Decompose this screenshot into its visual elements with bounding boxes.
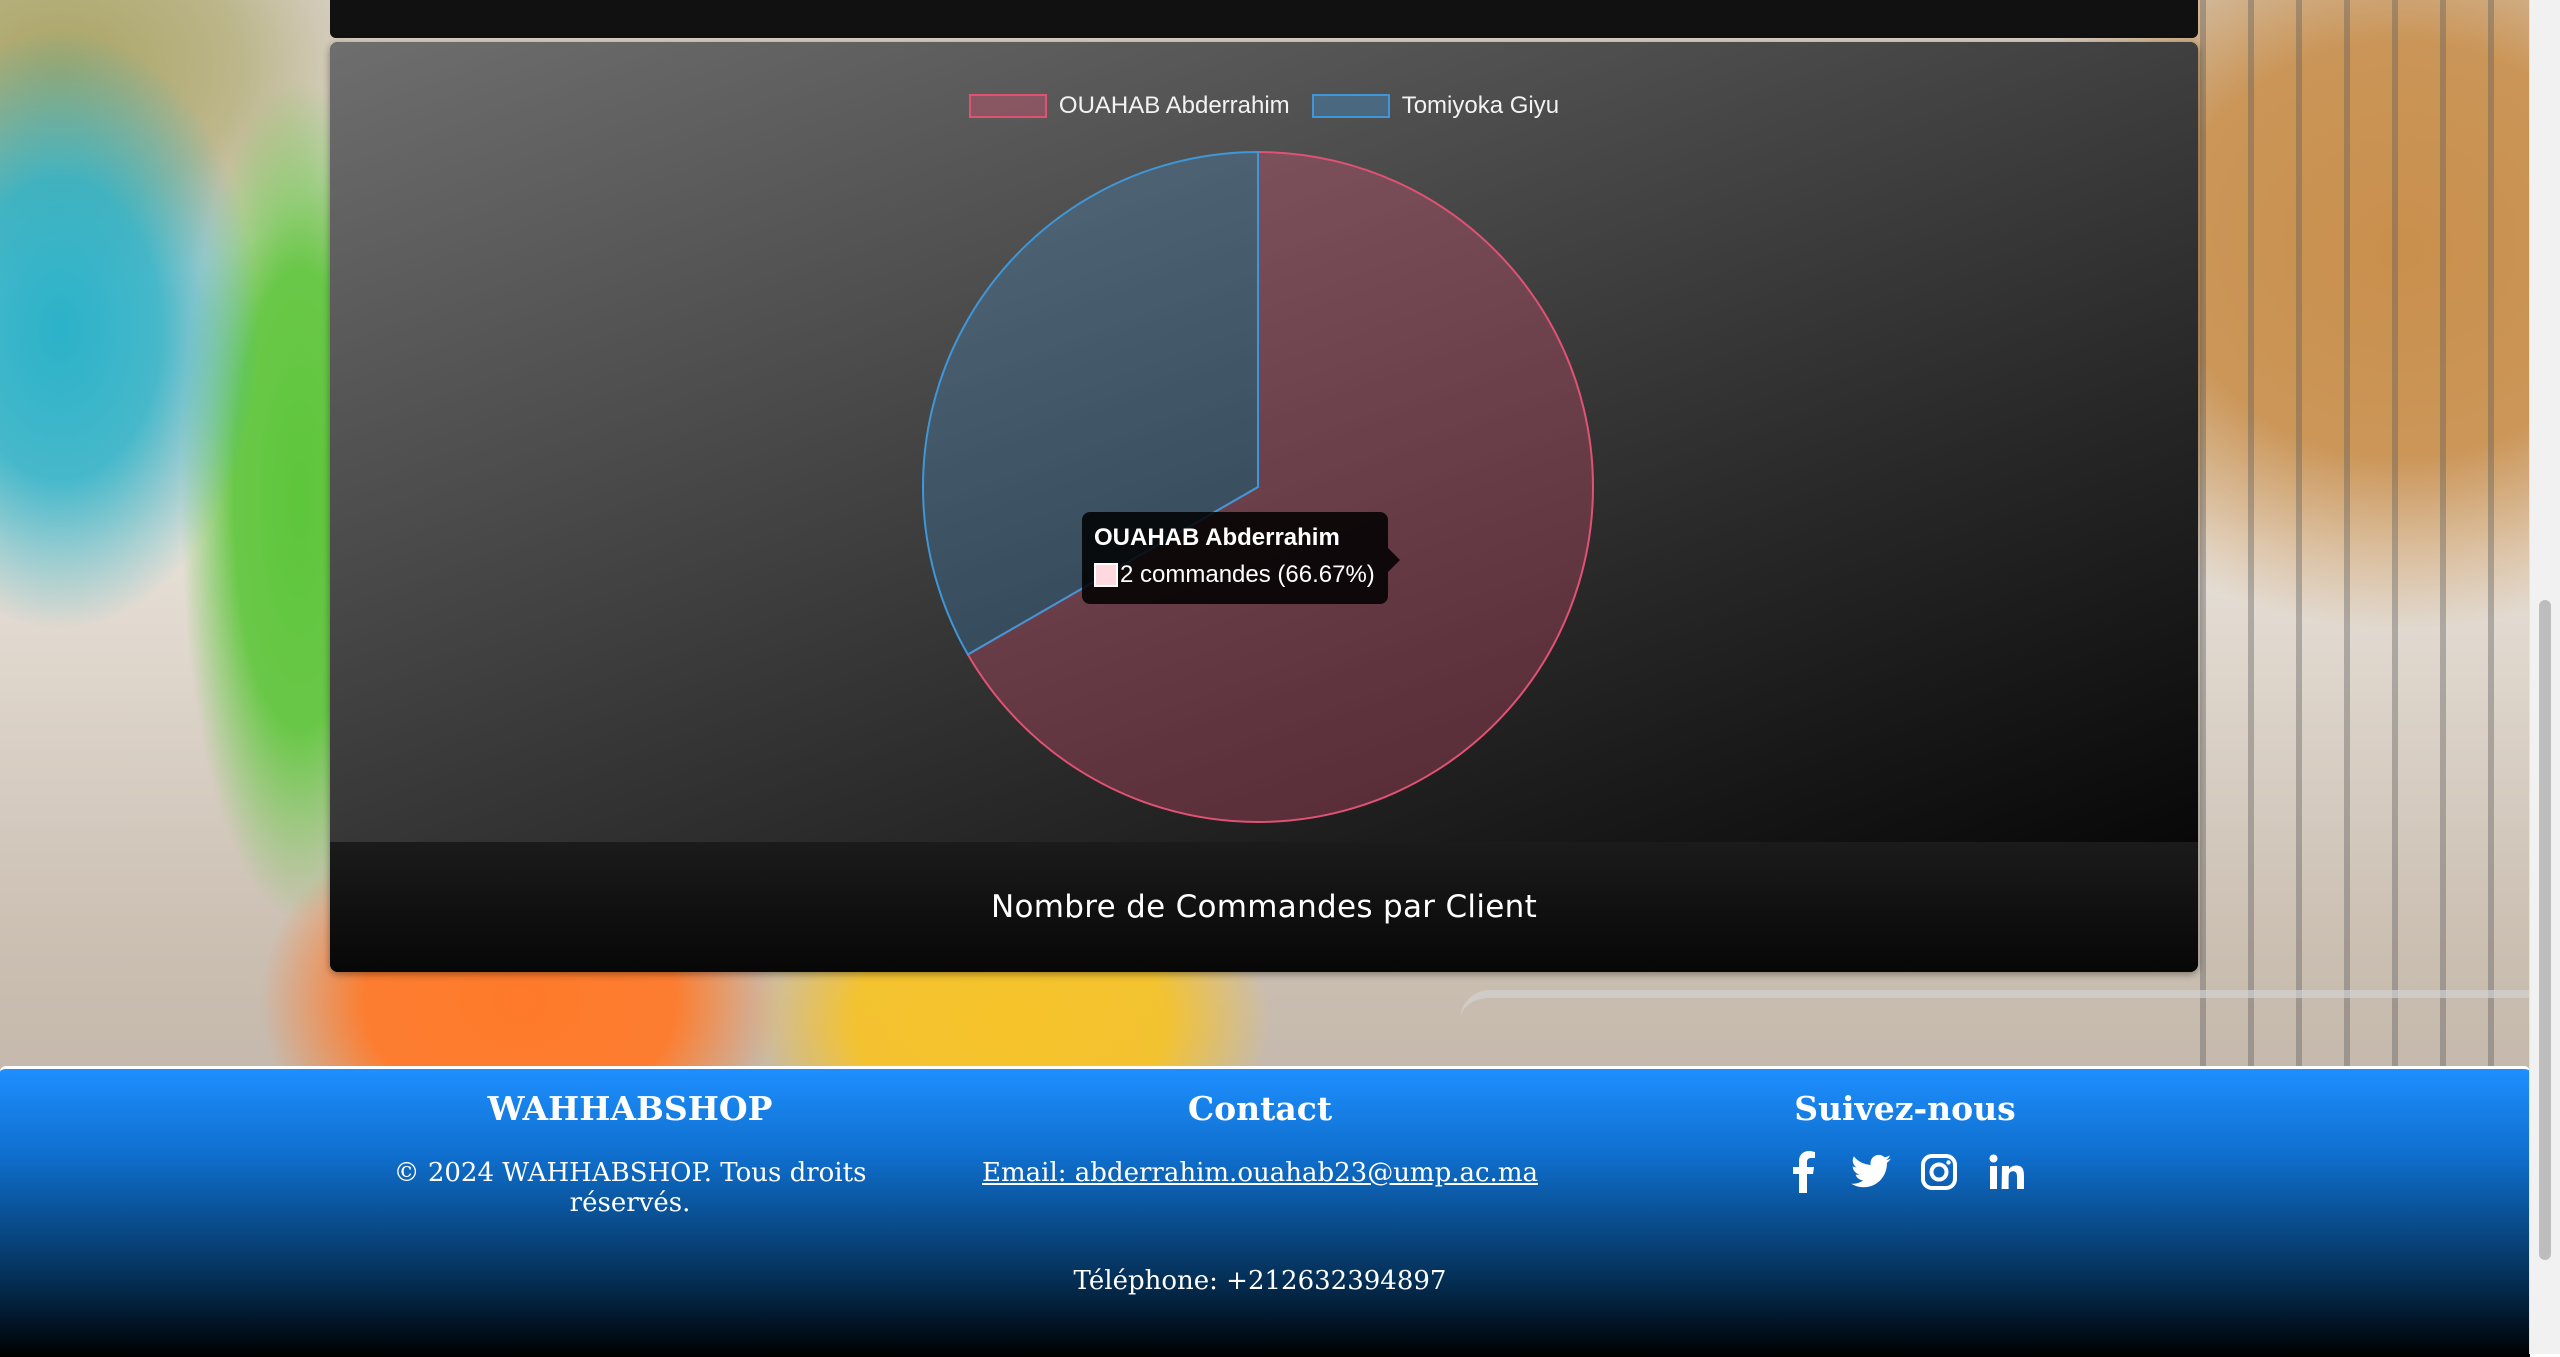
chart-tooltip: OUAHAB Abderrahim 2 commandes (66.67%) [1082, 512, 1400, 604]
cart-base-decoration [1460, 990, 2530, 1058]
tooltip-color-box [1094, 563, 1118, 587]
footer-contact-column: Contact Email: abderrahim.ouahab23@ump.a… [980, 1089, 1540, 1296]
footer-copyright: © 2024 WAHHABSHOP. Tous droits réservés. [393, 1158, 867, 1218]
footer-email-link[interactable]: Email: abderrahim.ouahab23@ump.ac.ma [980, 1158, 1540, 1188]
pie-chart [922, 150, 1594, 823]
chart-caption: Nombre de Commandes par Client [990, 889, 1538, 925]
footer-social-column: Suivez-nous [1650, 1089, 2160, 1193]
site-footer: WAHHABSHOP © 2024 WAHHABSHOP. Tous droit… [0, 1066, 2530, 1357]
scrollbar-thumb[interactable] [2539, 600, 2551, 1260]
tooltip-value: 2 commandes (66.67%) [1120, 561, 1375, 588]
previous-card [330, 0, 2198, 38]
tooltip-line: 2 commandes (66.67%) [1094, 558, 1376, 592]
footer-brand-title: WAHHABSHOP [487, 1089, 773, 1128]
instagram-icon[interactable] [1919, 1152, 1959, 1192]
social-icons [1650, 1151, 2160, 1193]
tooltip-title: OUAHAB Abderrahim [1094, 524, 1340, 551]
footer-phone: Téléphone: +212632394897 [1073, 1266, 1447, 1296]
linkedin-icon[interactable] [1987, 1152, 2027, 1192]
facebook-icon[interactable] [1783, 1151, 1823, 1193]
chart-caption-bar: Nombre de Commandes par Client [330, 842, 2198, 972]
shopping-cart-decoration [2200, 0, 2530, 1070]
footer-brand-column: WAHHABSHOP © 2024 WAHHABSHOP. Tous droit… [330, 1089, 930, 1218]
page-scrollbar[interactable] [2529, 0, 2560, 1354]
footer-contact-title: Contact [1187, 1089, 1333, 1128]
orders-chart-card: OUAHAB Abderrahim Tomiyoka Giyu OUAHAB A… [330, 42, 2198, 972]
twitter-icon[interactable] [1851, 1152, 1891, 1192]
footer-social-title: Suivez-nous [1794, 1089, 2016, 1128]
chart-body: OUAHAB Abderrahim Tomiyoka Giyu OUAHAB A… [330, 42, 2198, 842]
